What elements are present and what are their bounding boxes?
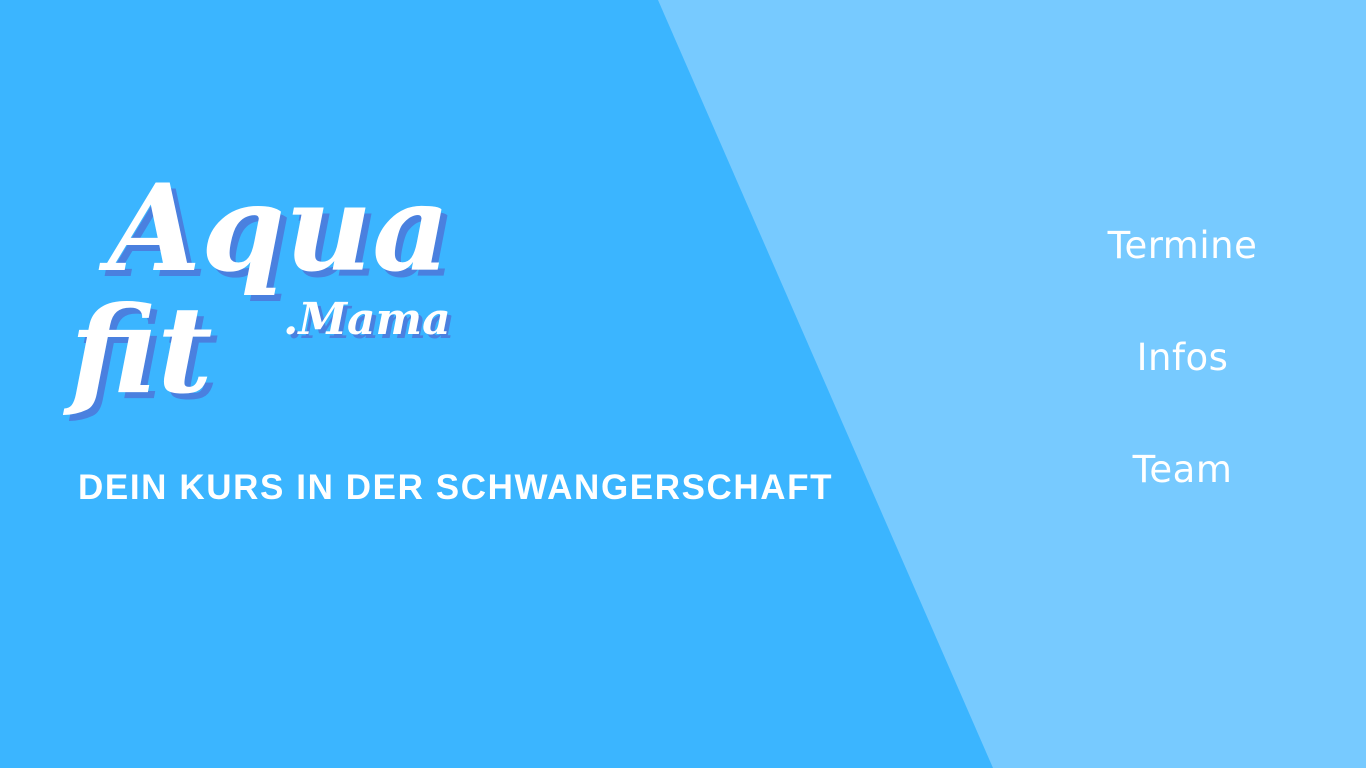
main-navigation: Termine Infos Team: [1080, 220, 1285, 556]
nav-link-team[interactable]: Team: [1133, 444, 1233, 496]
nav-item-team: Team: [1080, 444, 1285, 556]
logo-text-fit: fit: [62, 280, 213, 421]
logo-text-mama: .Mama: [283, 294, 451, 345]
logo-text-aqua: Aqua: [98, 158, 450, 299]
nav-item-termine: Termine: [1080, 220, 1285, 332]
nav-item-infos: Infos: [1080, 332, 1285, 444]
nav-link-infos[interactable]: Infos: [1137, 332, 1229, 384]
nav-link-termine[interactable]: Termine: [1108, 220, 1258, 272]
logo-text: Aqua fit .Mama: [62, 158, 451, 421]
hero-tagline: DEIN KURS IN DER SCHWANGERSCHAFT: [78, 468, 834, 507]
site-logo[interactable]: Aqua fit .Mama Aqua fit .Mama: [0, 0, 600, 440]
